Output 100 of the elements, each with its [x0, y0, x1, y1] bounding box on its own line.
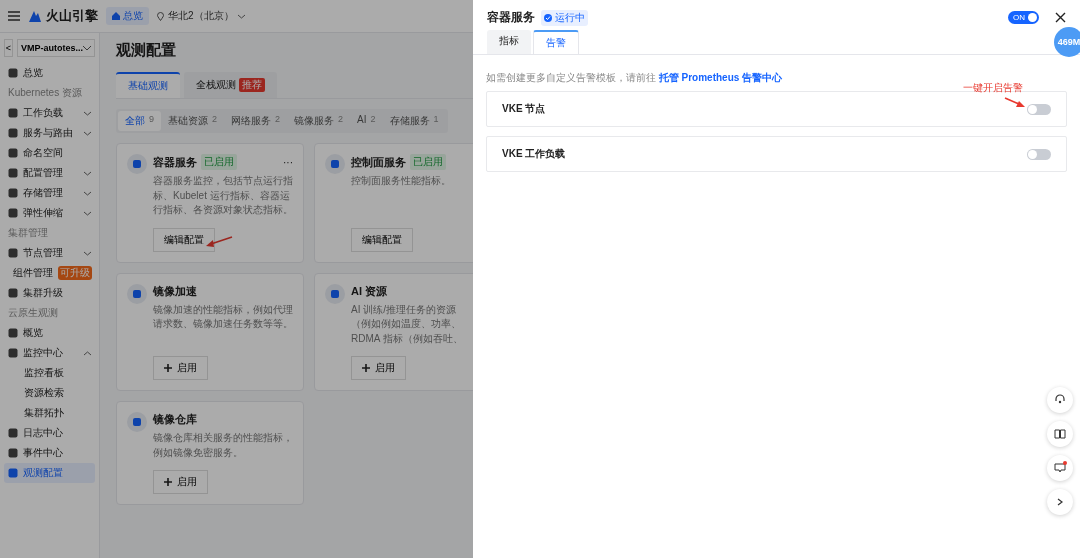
filter-tab[interactable]: 镜像服务 2 — [287, 111, 351, 131]
nav-item[interactable]: 工作负载 — [4, 103, 95, 123]
nav-item[interactable]: 日志中心 — [4, 423, 95, 443]
toggle-switch[interactable] — [1027, 103, 1051, 115]
book-button[interactable] — [1047, 421, 1073, 447]
card-description: 镜像加速的性能指标，例如代理请求数、镜像加速任务数等等。 — [153, 302, 293, 331]
message-icon — [1054, 463, 1066, 473]
circle-icon — [127, 283, 147, 304]
card-description: （例如例如温度、功率、 — [351, 317, 462, 331]
tab[interactable]: 告警 — [533, 30, 579, 54]
info-text: 如需创建更多自定义告警模板，请前往 托管 Prometheus 告警中心 — [486, 71, 784, 85]
square-icon — [8, 168, 18, 178]
filter-label: 存储服务 — [389, 114, 430, 128]
card-button[interactable]: 启用 — [153, 470, 208, 494]
menu-icon[interactable] — [8, 11, 20, 21]
chevron-icon — [83, 45, 91, 51]
filter-count: 2 — [275, 114, 281, 126]
region-selector[interactable]: 华北2（北京） — [157, 9, 245, 23]
filter-tab[interactable]: 存储服务 1 — [382, 111, 446, 131]
card-description: AI 训练/推理任务的资源 — [351, 302, 457, 317]
filter-count: 2 — [370, 114, 376, 126]
section-header: Kubernetes 资源 — [7, 86, 83, 100]
square-icon — [8, 428, 18, 438]
nav-item[interactable]: 服务与路由 — [4, 123, 95, 143]
logo-icon — [28, 9, 42, 23]
filter-tab[interactable]: 网络服务 2 — [224, 111, 288, 131]
square-icon — [8, 128, 18, 138]
section-header: 集群管理 — [7, 226, 49, 240]
card-button[interactable]: 启用 — [351, 356, 406, 380]
nav-subitem[interactable]: 集群拓扑 — [4, 403, 95, 423]
message-button[interactable] — [1047, 455, 1073, 481]
upgrade-badge: 可升级 — [58, 266, 92, 280]
nav-item[interactable]: 观测配置 — [4, 463, 95, 483]
filter-label: 镜像服务 — [294, 114, 335, 128]
card-description: RDMA 指标（例如吞吐、 — [351, 331, 464, 346]
home-chip[interactable]: 总览 — [106, 7, 149, 25]
nav-item[interactable]: 配置管理 — [4, 163, 95, 183]
nav-item[interactable]: 监控中心 — [4, 343, 95, 363]
filter-count: 2 — [338, 114, 344, 126]
square-icon — [8, 288, 18, 298]
filter-tab[interactable]: 全部 9 — [118, 111, 161, 131]
card-title: 控制面服务 — [351, 154, 406, 170]
circle-icon — [127, 412, 147, 432]
square-icon — [8, 328, 18, 338]
prometheus-link[interactable]: 托管 Prometheus 告警中心 — [658, 72, 783, 83]
plus-icon — [164, 478, 172, 486]
tab-label: 全栈观测 — [196, 78, 236, 92]
square-icon — [8, 348, 18, 358]
check-icon — [544, 13, 552, 22]
nav-item[interactable]: 存储管理 — [4, 183, 95, 203]
nav-item[interactable]: 节点管理 — [4, 243, 95, 263]
annotation-text: 一键开启告警 — [963, 81, 1023, 95]
toggle-switch[interactable] — [1027, 148, 1051, 160]
annotation-arrow — [1004, 97, 1026, 109]
alert-label: VKE 节点 — [502, 102, 546, 116]
plus-icon — [164, 364, 172, 372]
drawer-title: 容器服务 — [487, 9, 535, 26]
headset-button[interactable] — [1047, 387, 1073, 413]
nav-item[interactable]: 事件中心 — [4, 443, 95, 463]
nav-subitem[interactable]: 资源检索 — [4, 383, 95, 403]
card-button[interactable]: 编辑配置 — [153, 227, 215, 252]
square-icon — [8, 148, 18, 158]
more-button[interactable]: ··· — [283, 156, 293, 168]
nav-item[interactable]: 命名空间 — [4, 143, 95, 163]
card-button[interactable]: 编辑配置 — [351, 227, 413, 252]
page-title: 观测配置 — [116, 41, 177, 60]
card-description: 镜像仓库相关服务的性能指标，例如镜像免密服务。 — [153, 431, 293, 460]
cluster-select[interactable]: VMP-autotes... — [17, 39, 95, 57]
toggle-switch[interactable]: ON — [1008, 11, 1039, 24]
tab[interactable]: 指标 — [487, 30, 531, 54]
back-button[interactable]: < — [4, 39, 13, 57]
circle-icon — [325, 283, 345, 304]
home-icon — [112, 12, 120, 20]
circle-icon — [127, 154, 147, 174]
status-badge: 运行中 — [541, 9, 588, 26]
nav-subitem[interactable]: 监控看板 — [4, 363, 95, 383]
square-icon — [8, 468, 18, 478]
circle-icon — [325, 154, 345, 174]
alert-label: VKE 工作负载 — [502, 147, 566, 161]
filter-label: 基础资源 — [168, 114, 208, 128]
status-badge: 已启用 — [410, 154, 446, 170]
square-icon — [8, 108, 18, 118]
square-icon — [8, 188, 18, 198]
filter-label: 全部 — [125, 114, 145, 128]
nav-item[interactable]: 集群升级 — [4, 283, 95, 303]
close-icon[interactable] — [1055, 12, 1066, 23]
status-badge: 已启用 — [201, 154, 237, 170]
tab[interactable]: 全栈观测 推荐 — [184, 72, 277, 98]
tab[interactable]: 基础观测 — [116, 72, 180, 98]
nav-item[interactable]: 组件管理 可升级 — [4, 263, 95, 283]
filter-tab[interactable]: AI 2 — [350, 111, 383, 131]
card-description: 容器服务监控，包括节点运行指标、Kubelet 运行指标、容器运行指标、各资源对象状态指标。 — [153, 174, 293, 217]
memory-badge: 469M — [1054, 27, 1080, 57]
nav-item[interactable]: 概览 — [4, 323, 95, 343]
nav-item[interactable]: 弹性伸缩 — [4, 203, 95, 223]
filter-tab[interactable]: 基础资源 2 — [161, 111, 225, 131]
chevron-icon — [1057, 498, 1063, 506]
recommend-badge: 推荐 — [239, 78, 265, 92]
nav-item[interactable]: 总览 — [4, 63, 95, 83]
card-button[interactable]: 启用 — [153, 356, 208, 380]
